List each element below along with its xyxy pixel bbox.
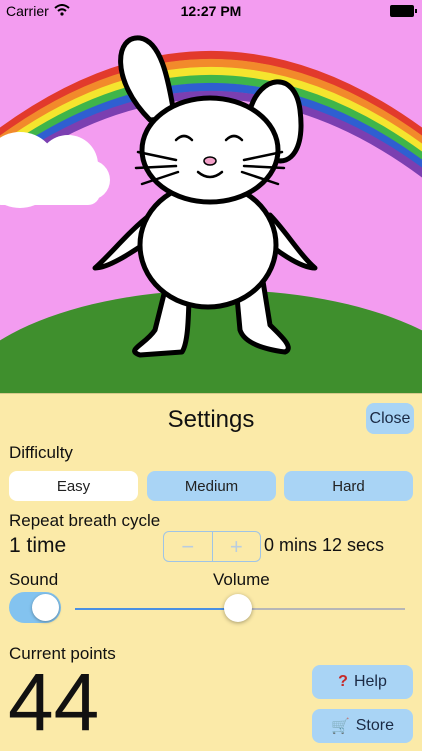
question-mark-icon: ? [338,673,348,690]
volume-slider-empty-track[interactable] [238,608,405,610]
sound-label: Sound [9,570,59,589]
bunny-nose [203,156,217,166]
store-button[interactable]: 🛒 Store [312,709,413,743]
volume-slider-filled-track[interactable] [75,608,238,610]
status-time: 12:27 PM [180,3,242,19]
volume-label: Volume [213,570,270,589]
status-bar: Carrier 12:27 PM [0,0,422,22]
settings-title: Settings [167,406,255,433]
breath-cycle-duration: 0 mins 12 secs [264,535,385,555]
bunny-scene [0,0,422,393]
breath-cycle-stepper[interactable]: − + [163,531,261,562]
sound-toggle-knob[interactable] [32,594,59,621]
difficulty-medium-option[interactable]: Medium [147,471,276,501]
close-button[interactable]: Close [366,403,414,434]
help-button-label: Help [353,673,387,690]
shopping-cart-icon: 🛒 [331,718,350,735]
settings-panel: Settings Close Difficulty Easy Medium Ha… [0,393,422,751]
stepper-minus-button[interactable]: − [164,532,213,561]
help-button[interactable]: ? Help [312,665,413,699]
breath-cycle-label: Repeat breath cycle [9,511,161,530]
points-value: 44 [8,657,100,748]
stepper-plus-button[interactable]: + [213,532,261,561]
volume-slider-thumb[interactable] [224,594,252,622]
cloud [0,132,110,208]
difficulty-hard-option[interactable]: Hard [284,471,413,501]
store-button-label: Store [355,717,394,734]
difficulty-label: Difficulty [9,443,73,462]
scene-illustration [0,35,422,393]
difficulty-easy-option[interactable]: Easy [9,471,138,501]
battery-icon [390,5,417,17]
breath-cycle-value: 1 time [9,534,67,557]
sound-toggle[interactable] [9,592,61,623]
